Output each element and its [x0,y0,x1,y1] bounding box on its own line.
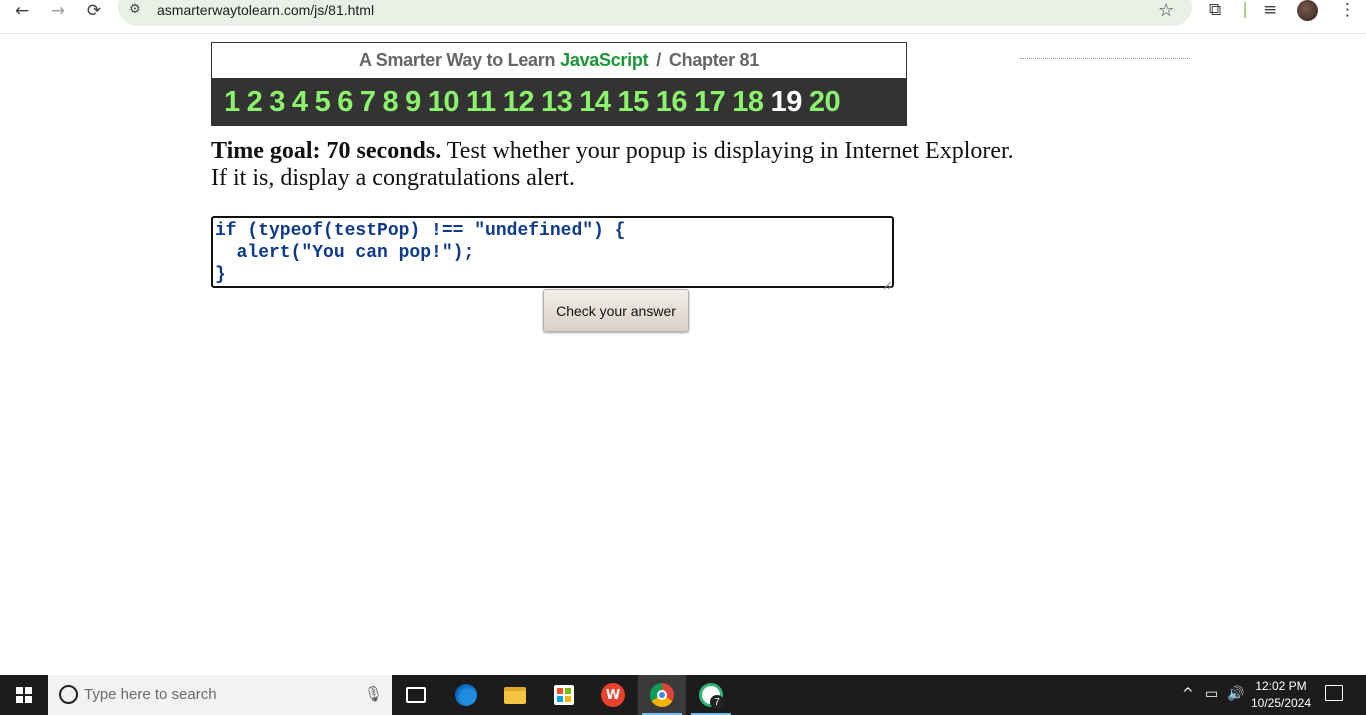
reload-icon[interactable]: ⟳ [82,1,106,21]
file-explorer-taskbar-button[interactable] [491,675,539,715]
header-title: A Smarter Way to Learn JavaScript / Chap… [212,43,906,78]
header-prefix: A Smarter Way to Learn [359,50,556,70]
forward-icon[interactable]: → [46,1,70,21]
check-answer-button[interactable]: Check your answer [543,289,689,332]
exercise-link-4[interactable]: 4 [292,86,308,119]
header-brand-link[interactable]: JavaScript [560,50,648,71]
chrome-icon [650,683,674,707]
dotted-divider [1020,58,1190,60]
windows-taskbar: Type here to search 🎙 W 7 ^ ▭ 🔊 12:02 PM… [0,675,1366,715]
edge-icon [455,684,477,706]
answer-textarea[interactable]: if (typeof(testPop) !== "undefined") { a… [211,216,894,288]
exercise-link-19[interactable]: 19 [771,86,803,119]
search-placeholder: Type here to search [84,686,217,703]
exercise-link-2[interactable]: 2 [247,86,263,119]
exercise-link-6[interactable]: 6 [337,86,353,119]
chat-app-taskbar-button[interactable]: 7 [687,675,735,715]
bookmark-star-icon[interactable]: ☆ [1158,0,1174,21]
exercise-link-20[interactable]: 20 [809,86,841,119]
battery-icon[interactable]: ▭ [1205,686,1218,702]
windows-logo-icon [16,687,32,703]
resize-grip-icon[interactable] [883,277,892,290]
clock-time: 12:02 PM [1255,679,1307,693]
tray-overflow-icon[interactable]: ^ [1182,686,1194,702]
notification-badge: 7 [710,695,724,709]
exercise-link-3[interactable]: 3 [269,86,285,119]
exercise-link-13[interactable]: 13 [541,86,573,119]
exercise-link-14[interactable]: 14 [579,86,611,119]
action-center-icon[interactable] [1325,685,1343,701]
chat-app-icon: 7 [699,683,724,709]
exercise-link-18[interactable]: 18 [732,86,764,119]
exercise-link-16[interactable]: 16 [656,86,688,119]
exercise-link-1[interactable]: 1 [224,86,240,119]
toolbar-divider [1244,2,1246,18]
microphone-icon[interactable]: 🎙 [364,685,383,703]
browser-menu-icon[interactable]: ⋮ [1339,0,1356,20]
exercise-link-11[interactable]: 11 [466,86,496,119]
url-text[interactable]: asmarterwaytolearn.com/js/81.html [157,2,374,18]
header-separator: / [656,50,661,70]
cortana-icon [59,685,78,704]
exercise-link-5[interactable]: 5 [315,86,331,119]
edge-taskbar-button[interactable] [442,675,490,715]
course-header: A Smarter Way to Learn JavaScript / Chap… [211,42,907,126]
system-clock[interactable]: 12:02 PM 10/25/2024 [1244,678,1318,712]
task-view-button[interactable] [392,675,440,715]
extensions-icon[interactable]: ⧉ [1209,0,1221,20]
exercise-link-15[interactable]: 15 [618,86,650,119]
chrome-taskbar-button[interactable] [638,675,686,715]
exercise-prompt: Time goal: 70 seconds. Test whether your… [211,138,1031,192]
exercise-link-9[interactable]: 9 [405,86,421,119]
volume-icon[interactable]: 🔊 [1227,686,1244,702]
exercise-number-nav: 1 2 3 4 5 6 7 8 9 10 11 12 13 14 15 16 17 18 19 20 [212,78,906,126]
task-view-icon [406,687,426,703]
start-button[interactable] [0,675,48,715]
exercise-link-8[interactable]: 8 [382,86,398,119]
browser-toolbar: ← → ⟳ ⚙ asmarterwaytolearn.com/js/81.htm… [0,0,1366,34]
store-icon [554,685,574,705]
media-control-icon[interactable]: ≡ [1263,0,1277,20]
profile-avatar[interactable] [1297,0,1318,21]
time-goal: Time goal: 70 seconds. [211,138,442,164]
exercise-link-7[interactable]: 7 [360,86,376,119]
exercise-link-12[interactable]: 12 [503,86,535,119]
taskbar-search-box[interactable]: Type here to search 🎙 [48,675,392,715]
header-chapter: Chapter 81 [668,50,759,70]
wps-icon: W [601,683,625,707]
back-icon[interactable]: ← [10,1,34,21]
wps-taskbar-button[interactable]: W [589,675,637,715]
exercise-link-17[interactable]: 17 [694,86,726,119]
clock-date: 10/25/2024 [1250,696,1312,710]
site-info-icon[interactable]: ⚙ [129,2,147,18]
store-taskbar-button[interactable] [540,675,588,715]
folder-icon [504,686,526,704]
exercise-link-10[interactable]: 10 [428,86,460,119]
